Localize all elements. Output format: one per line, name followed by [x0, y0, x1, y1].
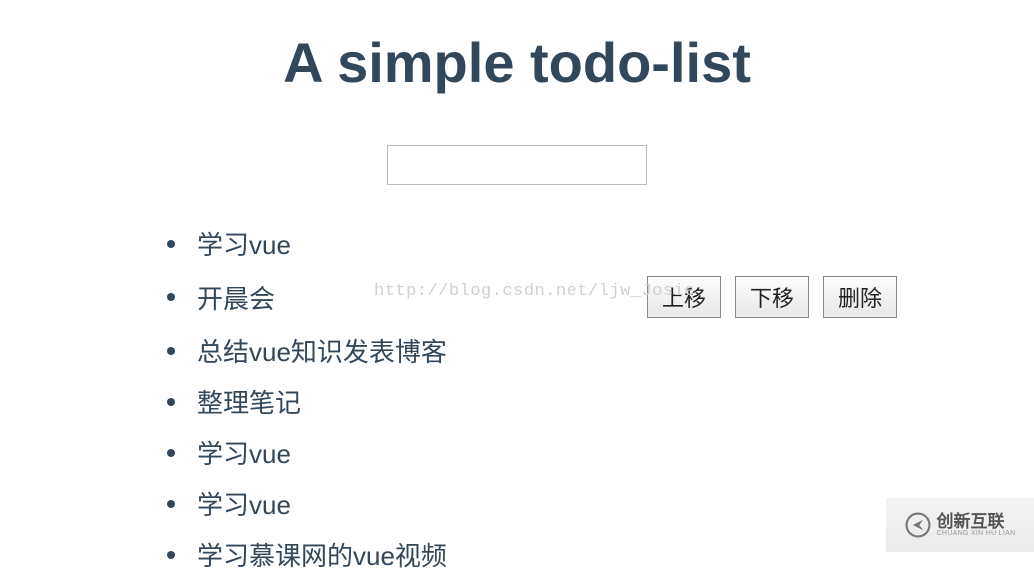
bullet-icon: [167, 293, 175, 301]
bullet-icon: [167, 500, 175, 508]
move-up-button[interactable]: 上移: [647, 276, 721, 318]
list-item-text: 学习vue: [197, 485, 291, 522]
list-item[interactable]: 学习vue: [167, 225, 897, 262]
list-item[interactable]: 学习vue: [167, 485, 897, 522]
bullet-icon: [167, 240, 175, 248]
todo-list: 学习vue开晨会上移下移删除总结vue知识发表博客整理笔记学习vue学习vue学…: [137, 225, 897, 573]
list-item-text: 整理笔记: [197, 383, 301, 420]
list-item[interactable]: 学习慕课网的vue视频: [167, 536, 897, 573]
bullet-icon: [167, 347, 175, 355]
list-item[interactable]: 总结vue知识发表博客: [167, 332, 897, 369]
watermark-logo-sub: CHUANG XIN HU LIAN: [937, 530, 1016, 537]
item-actions: 上移下移删除: [647, 276, 897, 318]
move-down-button[interactable]: 下移: [735, 276, 809, 318]
watermark-logo: 创新互联 CHUANG XIN HU LIAN: [886, 498, 1034, 552]
list-item-text: 总结vue知识发表博客: [197, 332, 447, 369]
watermark-logo-main: 创新互联: [937, 513, 1016, 530]
list-item[interactable]: 开晨会 上移下移删除: [167, 276, 897, 318]
list-item[interactable]: 整理笔记: [167, 383, 897, 420]
delete-button[interactable]: 删除: [823, 276, 897, 318]
list-item-text: 开晨会: [197, 279, 275, 316]
list-item-text: 学习vue: [197, 434, 291, 471]
logo-icon: [905, 512, 931, 538]
todo-input[interactable]: [387, 145, 647, 185]
list-item[interactable]: 学习vue: [167, 434, 897, 471]
bullet-icon: [167, 398, 175, 406]
list-item-text: 学习慕课网的vue视频: [197, 536, 447, 573]
list-item-text: 学习vue: [197, 225, 291, 262]
bullet-icon: [167, 449, 175, 457]
page-title: A simple todo-list: [0, 30, 1034, 95]
